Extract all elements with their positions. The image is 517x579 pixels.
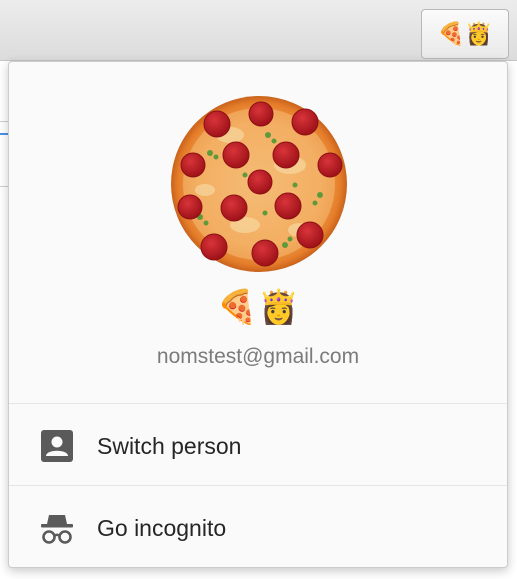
profile-menu-popup: 🍕👸 nomstest@gmail.com Switch person Go i…: [8, 61, 508, 568]
profile-avatar-label: 🍕👸: [437, 21, 493, 46]
switch-person-button[interactable]: Switch person: [9, 405, 507, 485]
profile-email: nomstest@gmail.com: [156, 345, 360, 368]
go-incognito-button[interactable]: Go incognito: [9, 487, 507, 567]
go-incognito-label: Go incognito: [97, 515, 227, 541]
profile-avatar-image[interactable]: [170, 95, 348, 273]
switch-person-label: Switch person: [97, 433, 242, 459]
profile-name: 🍕👸: [216, 288, 300, 325]
incognito-icon: [41, 515, 73, 544]
person-card-icon: [41, 430, 73, 462]
menu-divider: [9, 485, 507, 486]
browser-toolbar: 🍕👸: [0, 0, 517, 61]
menu-divider: [9, 403, 507, 404]
profile-avatar-button[interactable]: 🍕👸: [421, 9, 509, 59]
